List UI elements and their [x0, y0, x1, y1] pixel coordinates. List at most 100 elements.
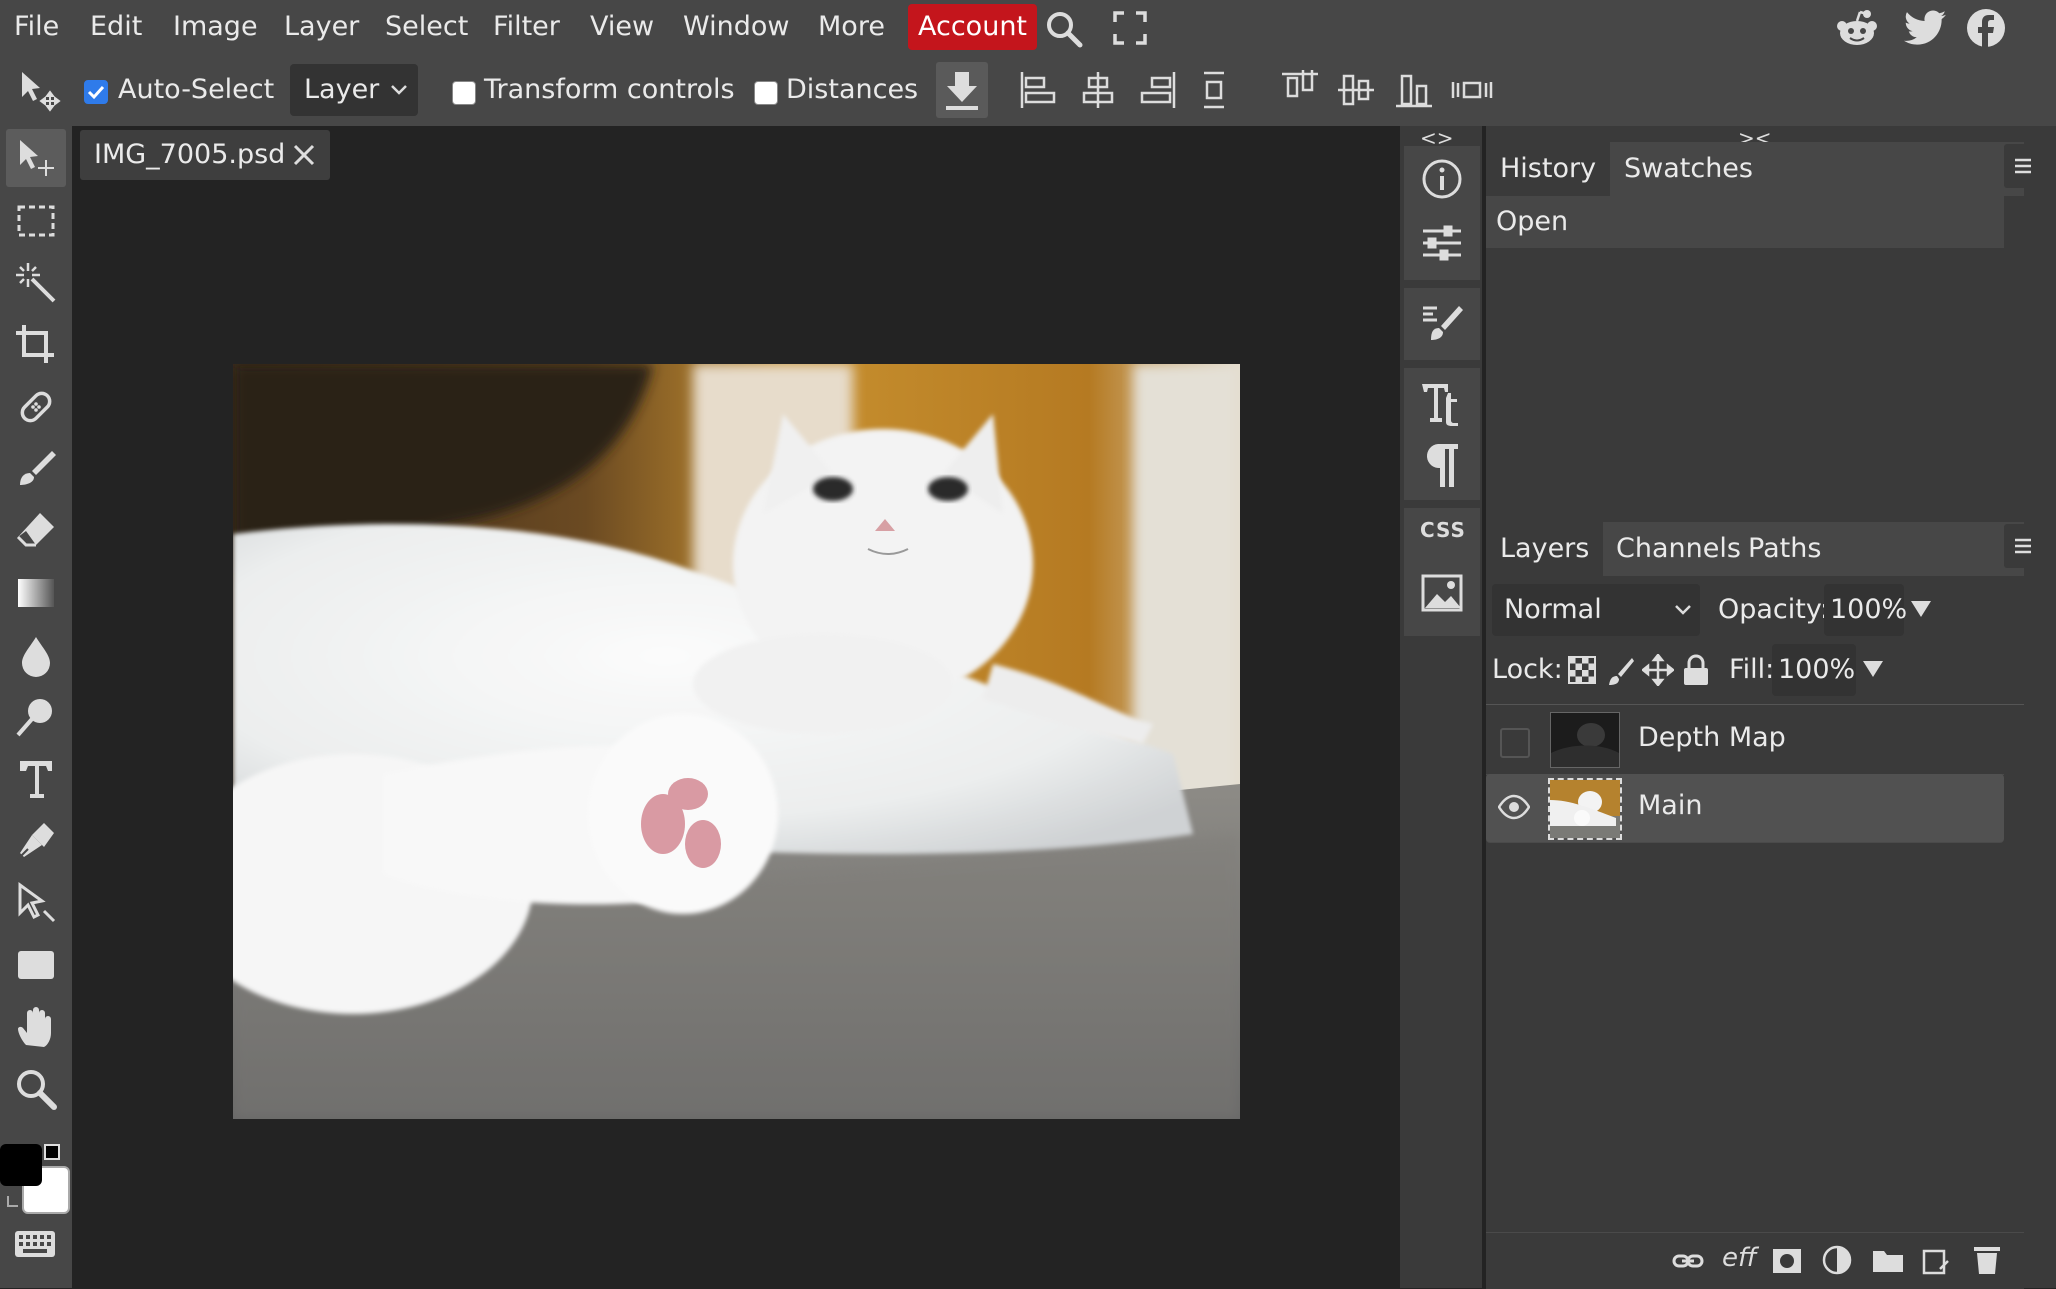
layer-name: Depth Map: [1638, 722, 1786, 753]
pen-tool[interactable]: [6, 812, 66, 870]
magic-wand-icon: [16, 263, 56, 303]
healing-brush-tool[interactable]: [6, 378, 66, 436]
download-icon[interactable]: [936, 62, 988, 118]
transform-controls-checkbox[interactable]: [452, 81, 476, 105]
tab-history[interactable]: History: [1486, 142, 1611, 196]
reddit-icon[interactable]: [1836, 8, 1878, 48]
align-left-icon[interactable]: [1018, 70, 1058, 110]
rectangle-tool[interactable]: [6, 936, 66, 994]
cat-photo: [233, 364, 1240, 1119]
css-icon[interactable]: CSS: [1420, 518, 1466, 542]
marquee-tool[interactable]: [6, 192, 66, 250]
tab-layers[interactable]: Layers: [1486, 522, 1604, 576]
account-button[interactable]: Account: [908, 4, 1038, 50]
opacity-dropdown-icon[interactable]: [1910, 600, 1932, 618]
fill-dropdown-icon[interactable]: [1862, 660, 1884, 678]
brush-tool[interactable]: [6, 440, 66, 498]
crop-tool[interactable]: [6, 316, 66, 374]
layers-panel-menu-icon[interactable]: [2004, 524, 2042, 568]
dodge-tool[interactable]: [6, 688, 66, 746]
tab-swatches[interactable]: Swatches: [1610, 142, 1767, 196]
menu-view[interactable]: View: [590, 0, 654, 54]
default-colors-icon[interactable]: [44, 1144, 60, 1160]
fill-value: 100%: [1778, 654, 1856, 685]
gradient-tool[interactable]: [6, 564, 66, 622]
twitter-icon[interactable]: [1904, 10, 1946, 46]
brush-icon: [20, 451, 56, 485]
align-bottom-icon[interactable]: [1394, 70, 1434, 110]
history-panel-menu-icon[interactable]: [2004, 144, 2042, 188]
search-icon[interactable]: [1044, 9, 1084, 49]
icon-group-2: [1404, 288, 1480, 360]
eye-icon[interactable]: [1498, 794, 1530, 820]
layer-row-main[interactable]: Main: [1486, 774, 2004, 843]
menu-more[interactable]: More: [818, 0, 885, 54]
distances-checkbox[interactable]: [754, 81, 778, 105]
add-mask-icon[interactable]: [1772, 1247, 1802, 1275]
trash-icon[interactable]: [1972, 1243, 2002, 1275]
pen-icon: [17, 823, 54, 860]
fullscreen-icon[interactable]: [1112, 10, 1148, 46]
lock-pixels-icon[interactable]: [1606, 656, 1634, 686]
lock-transparency-icon[interactable]: [1568, 656, 1596, 684]
opacity-input[interactable]: 100%: [1824, 584, 1907, 636]
eraser-tool[interactable]: [6, 502, 66, 560]
adjustment-layer-icon[interactable]: [1822, 1245, 1852, 1275]
hand-tool[interactable]: [6, 998, 66, 1056]
info-icon[interactable]: [1421, 158, 1463, 200]
tab-channels[interactable]: Channels: [1602, 522, 1755, 576]
panels-column: >< History Swatches Open Layers Channels…: [1486, 126, 2056, 1289]
paragraph-icon[interactable]: [1422, 442, 1462, 488]
image-canvas[interactable]: [233, 364, 1240, 1119]
swap-colors-icon[interactable]: [6, 1194, 24, 1212]
magic-wand-tool[interactable]: [6, 254, 66, 312]
menu-window[interactable]: Window: [683, 0, 789, 54]
foreground-color-swatch[interactable]: [0, 1144, 42, 1186]
align-center-h-icon[interactable]: [1078, 70, 1118, 110]
distribute-horizontal-icon[interactable]: [1450, 70, 1494, 110]
image-icon[interactable]: [1421, 574, 1463, 612]
menu-filter[interactable]: Filter: [493, 0, 560, 54]
lock-position-icon[interactable]: [1642, 654, 1674, 686]
distribute-vertical-icon[interactable]: [1196, 70, 1232, 110]
adjustments-icon[interactable]: [1421, 222, 1463, 264]
link-layers-icon[interactable]: [1672, 1247, 1704, 1275]
align-right-icon[interactable]: [1138, 70, 1178, 110]
layer-select-value: Layer: [304, 74, 380, 105]
auto-select-checkbox[interactable]: [84, 80, 108, 104]
crop-icon: [16, 325, 54, 363]
document-tab[interactable]: IMG_7005.psd: [80, 130, 330, 180]
align-top-icon[interactable]: [1280, 70, 1320, 110]
effects-icon[interactable]: eff: [1722, 1243, 1757, 1273]
character-icon[interactable]: [1420, 380, 1464, 428]
move-tool-icon[interactable]: [18, 70, 62, 114]
blend-mode-dropdown[interactable]: Normal: [1492, 584, 1700, 636]
opacity-label: Opacity:: [1718, 594, 1829, 625]
auto-select-target-dropdown[interactable]: Layer: [290, 64, 418, 116]
blur-tool[interactable]: [6, 626, 66, 684]
tab-paths[interactable]: Paths: [1734, 522, 1835, 576]
facebook-icon[interactable]: [1966, 8, 2006, 48]
new-group-icon[interactable]: [1872, 1247, 1904, 1273]
layer-visibility-toggle[interactable]: [1500, 728, 1530, 758]
fill-input[interactable]: 100%: [1772, 644, 1856, 696]
zoom-tool[interactable]: [6, 1060, 66, 1118]
layer-row-depth-map[interactable]: Depth Map: [1486, 706, 2004, 775]
menu-layer[interactable]: Layer: [284, 0, 359, 54]
panel-icon-strip: <> CSS: [1400, 126, 1482, 1288]
brush-settings-icon[interactable]: [1421, 302, 1463, 346]
menu-select[interactable]: Select: [385, 0, 468, 54]
move-tool[interactable]: [6, 129, 66, 187]
close-icon[interactable]: [292, 143, 316, 167]
history-item[interactable]: Open: [1486, 196, 2004, 248]
menu-image[interactable]: Image: [173, 0, 258, 54]
type-tool[interactable]: [6, 750, 66, 808]
new-layer-icon[interactable]: [1922, 1245, 1952, 1275]
menu-edit[interactable]: Edit: [90, 0, 142, 54]
align-middle-v-icon[interactable]: [1336, 70, 1376, 110]
lock-all-icon[interactable]: [1682, 654, 1710, 686]
path-select-tool[interactable]: [6, 874, 66, 932]
keyboard-icon[interactable]: [14, 1230, 56, 1258]
zoom-icon: [17, 1070, 57, 1110]
menu-file[interactable]: File: [14, 0, 59, 54]
